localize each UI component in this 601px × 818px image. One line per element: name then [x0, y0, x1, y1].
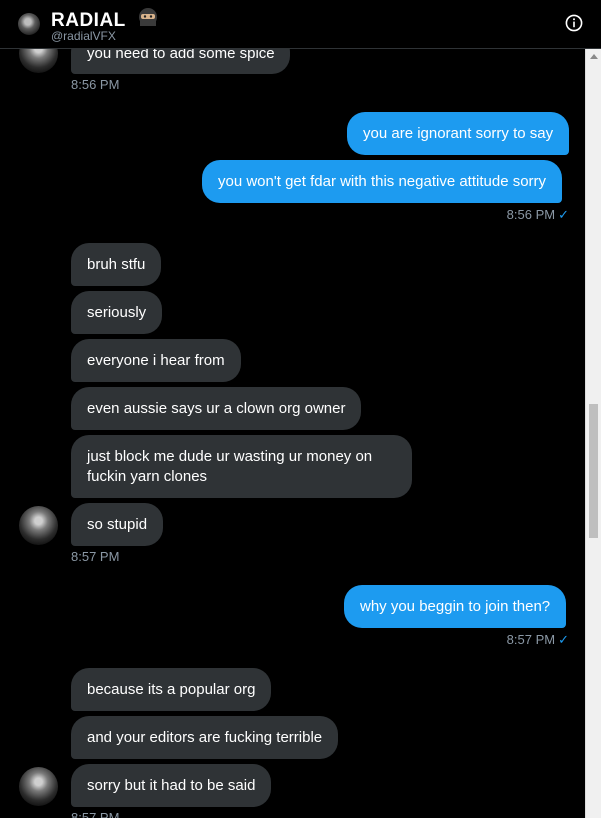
user-handle: @radialVFX — [51, 29, 116, 43]
conversation-header: RADIAL @radialVFX — [0, 0, 601, 49]
read-check-icon: ✓ — [558, 207, 569, 222]
avatar[interactable] — [19, 506, 58, 545]
message-thread[interactable]: you need to add some spice 8:56 PM you a… — [0, 48, 585, 818]
message-bubble[interactable]: just block me dude ur wasting ur money o… — [71, 435, 412, 498]
timestamp: 8:57 PM — [71, 810, 120, 818]
timestamp: 8:57 PM — [506, 632, 556, 647]
display-name: RADIAL — [51, 10, 126, 31]
avatar[interactable] — [19, 48, 58, 73]
timestamp: 8:56 PM — [506, 207, 556, 222]
ninja-emoji-icon — [137, 6, 159, 34]
message-bubble[interactable]: seriously — [71, 291, 163, 334]
info-icon[interactable] — [565, 14, 583, 32]
avatar[interactable] — [19, 767, 58, 806]
message-bubble[interactable]: you are ignorant sorry to say — [347, 112, 570, 155]
timestamp-row: 8:56 PM ✓ — [507, 207, 569, 223]
message-bubble[interactable]: so stupid — [71, 503, 164, 546]
message-bubble[interactable]: bruh stfu — [71, 243, 162, 286]
scrollbar-thumb[interactable] — [589, 404, 598, 538]
message-bubble[interactable]: everyone i hear from — [71, 339, 241, 382]
message-bubble[interactable]: sorry but it had to be said — [71, 764, 272, 807]
timestamp-row: 8:57 PM ✓ — [507, 632, 569, 648]
avatar[interactable] — [18, 13, 40, 35]
read-check-icon: ✓ — [558, 632, 569, 647]
message-bubble[interactable]: you won't get fdar with this negative at… — [202, 160, 563, 203]
timestamp: 8:57 PM — [71, 549, 120, 564]
scroll-up-arrow-icon[interactable] — [590, 54, 598, 59]
message-bubble[interactable]: because its a popular org — [71, 668, 272, 711]
scrollbar[interactable] — [585, 48, 601, 818]
message-bubble[interactable]: why you beggin to join then? — [344, 585, 567, 628]
message-bubble[interactable]: you need to add some spice — [71, 48, 290, 74]
message-bubble[interactable]: and your editors are fucking terrible — [71, 716, 339, 759]
message-bubble[interactable]: even aussie says ur a clown org owner — [71, 387, 362, 430]
timestamp: 8:56 PM — [71, 77, 120, 92]
